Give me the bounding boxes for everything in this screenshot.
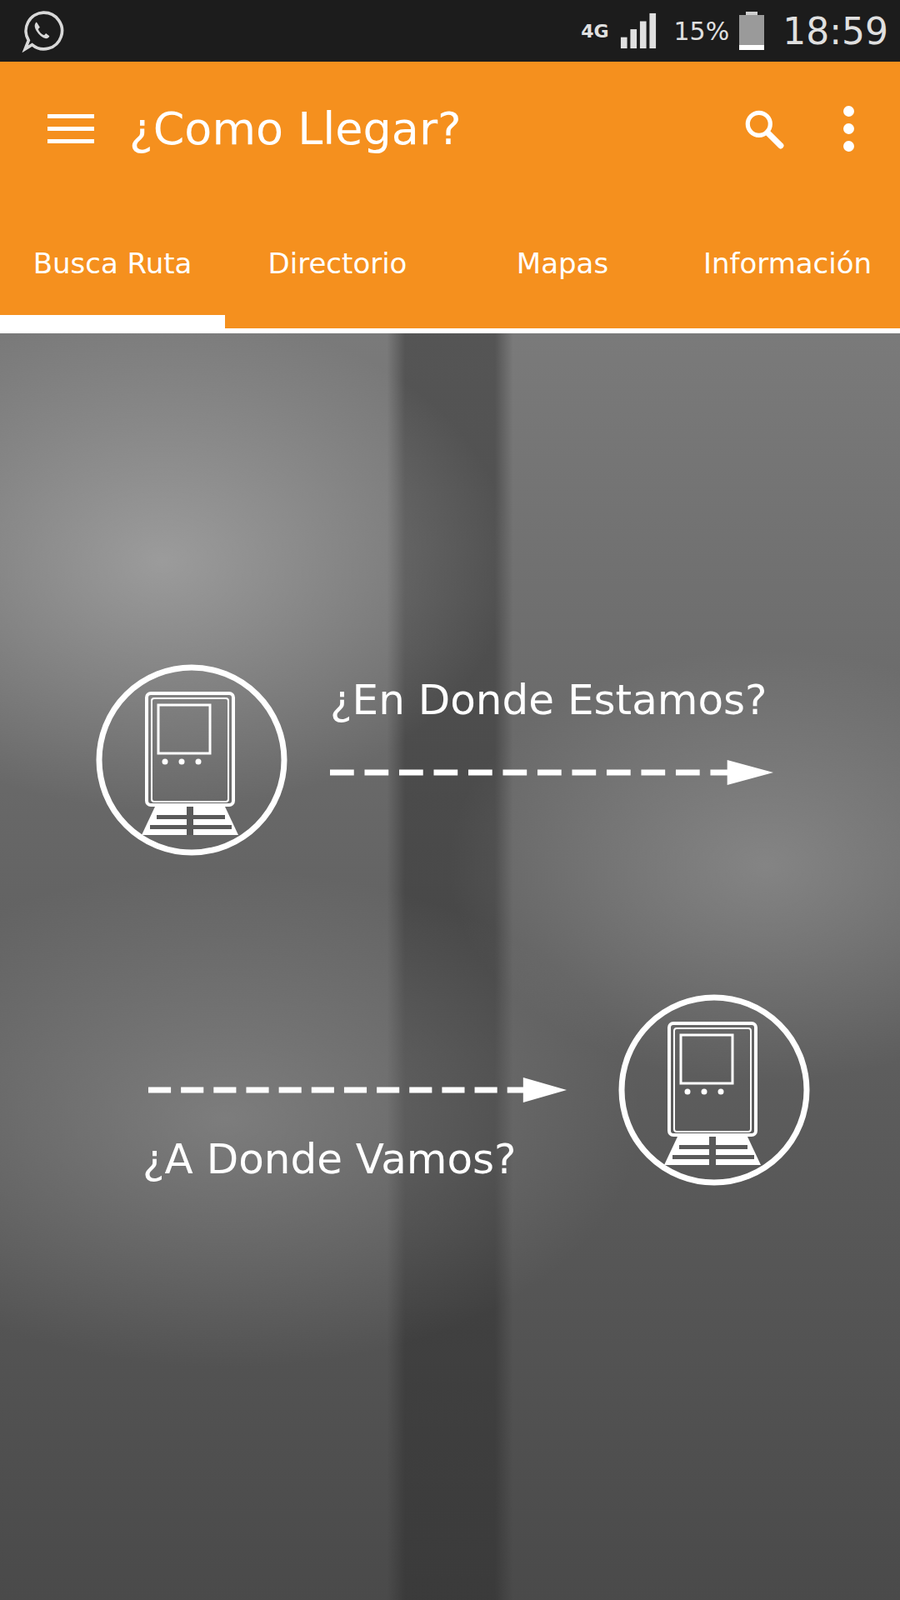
tab-indicator	[225, 315, 450, 329]
tab-label[interactable]: Directorio	[268, 246, 408, 280]
dashed-arrow-icon	[330, 760, 774, 785]
status-bar: 4G 15% 18:59	[0, 0, 900, 62]
tab-indicator	[450, 315, 675, 329]
tab-indicator	[675, 315, 900, 329]
screen: 4G 15% 18:59 ¿Como Llegar? Busca Ruta Di…	[0, 0, 900, 1600]
battery-percent: 15%	[674, 16, 730, 46]
clock: 18:59	[782, 10, 889, 53]
route-label[interactable]: ¿A Donde Vamos?	[142, 1134, 567, 1185]
battery-icon	[739, 11, 765, 50]
tab-bar: Busca Ruta Directorio Mapas Información	[0, 195, 900, 334]
app-title: ¿Como Llegar?	[129, 102, 742, 155]
tab-label[interactable]: Información	[703, 246, 872, 280]
tab[interactable]: Busca Ruta	[0, 195, 225, 329]
search-icon[interactable]	[741, 106, 785, 150]
more-options-icon[interactable]	[843, 105, 855, 152]
tab-indicator	[0, 315, 225, 329]
train-icon[interactable]	[95, 663, 289, 857]
tab[interactable]: Mapas	[450, 195, 675, 329]
toolbar: ¿Como Llegar?	[0, 61, 900, 195]
dashed-arrow-icon	[148, 1077, 567, 1103]
app-bar: ¿Como Llegar? Busca Ruta Directorio Mapa…	[0, 61, 900, 334]
tab-label[interactable]: Mapas	[516, 246, 609, 280]
route-step[interactable]: ¿A Donde Vamos?	[0, 993, 900, 1187]
background-photo: ¿En Donde Estamos? ¿A Donde Vamos?	[0, 333, 900, 1600]
hamburger-menu-icon[interactable]	[47, 114, 95, 144]
route-label[interactable]: ¿En Donde Estamos?	[330, 675, 774, 725]
tab[interactable]: Directorio	[225, 195, 450, 329]
train-icon[interactable]	[617, 993, 811, 1187]
signal-icon	[619, 12, 658, 50]
whatsapp-icon	[21, 9, 65, 53]
route-step[interactable]: ¿En Donde Estamos?	[0, 663, 900, 857]
network-type: 4G	[580, 20, 609, 42]
tab[interactable]: Información	[675, 195, 900, 329]
tab-label[interactable]: Busca Ruta	[33, 246, 193, 280]
